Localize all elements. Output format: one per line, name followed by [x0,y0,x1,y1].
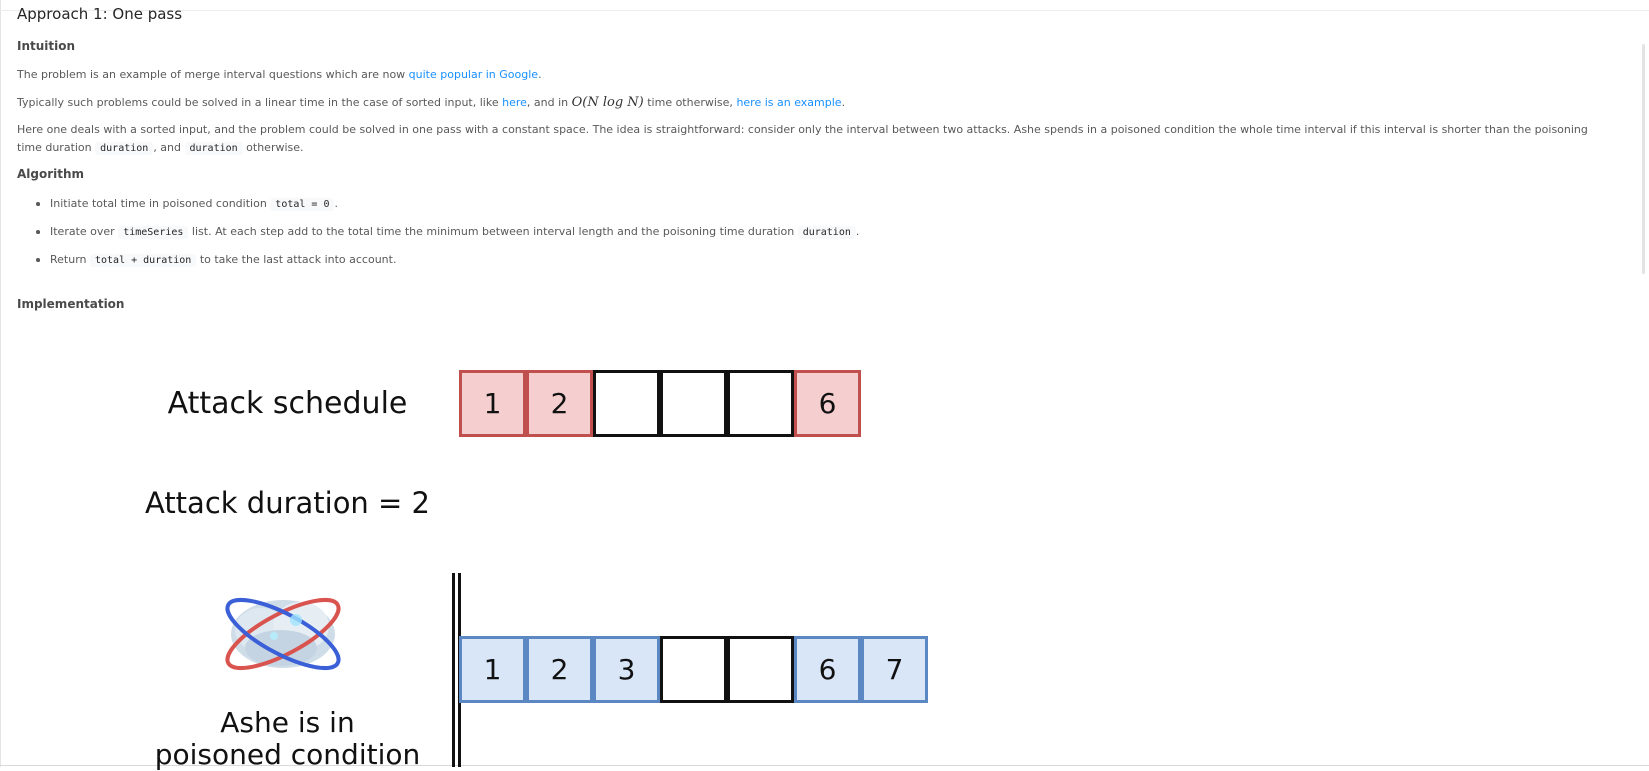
alg2-text: Iterate over [50,225,119,238]
intuition-heading: Intuition [17,39,76,53]
paragraph-3: Here one deals with a sorted input, and … [17,121,1607,158]
poisoned-cell: 7 [861,636,928,703]
list-item: Iterate over timeSeries list. At each st… [35,223,860,242]
p1-end: . [538,68,542,81]
here-link[interactable]: here [502,96,527,109]
poisoned-cell [727,636,794,703]
poisoned-cell: 6 [794,636,861,703]
total-plus-duration-code: total + duration [90,254,197,267]
alg2-end: . [855,225,860,238]
p3-mid: , and [153,141,185,154]
alg2-mid: list. At each step add to the total time… [188,225,798,238]
alg1-end: . [334,197,338,210]
alg3-end: to take the last attack into account. [196,253,397,266]
p2-end: . [841,96,846,109]
schedule-cell [727,370,794,437]
implementation-heading: Implementation [17,297,125,311]
alg1-text: Initiate total time in poisoned conditio… [50,197,271,210]
duration-code-2: duration [184,142,243,155]
p2-mid: , and in [526,96,572,109]
p1-text: The problem is an example of merge inter… [17,68,409,81]
ashe-label-line2: poisoned condition [154,738,421,771]
attack-duration-label: Attack duration = 2 [144,486,430,520]
quite-popular-link[interactable]: quite popular in Google [409,68,538,81]
list-item: Initiate total time in poisoned conditio… [36,195,338,214]
alg3-text: Return [50,253,90,266]
schedule-cell: 2 [526,370,593,437]
schedule-cell [660,370,727,437]
schedule-cell: 1 [459,370,526,437]
schedule-cell [593,370,660,437]
list-item: Return total + duration to take the last… [35,251,397,270]
complexity-formula: O(N log N) [571,95,644,110]
top-divider [0,10,1649,11]
duration-code: duration [95,142,154,155]
schedule-cell: 6 [794,370,861,437]
paragraph-1: The problem is an example of merge inter… [17,66,542,84]
timeline-axis-left [452,573,455,767]
here-is-an-example-link[interactable]: here is an example [736,96,841,109]
attack-schedule-label: Attack schedule [167,386,408,421]
ashe-label-line1: Ashe is in [220,706,355,739]
approach-title: Approach 1: One pass [17,5,183,23]
timeseries-code: timeSeries [118,226,189,239]
total-zero-code: total = 0 [270,198,335,211]
poisoned-cell: 1 [459,636,526,703]
p2-text: Typically such problems could be solved … [17,96,503,109]
poisoned-cell [660,636,727,703]
p2-after: time otherwise, [643,96,737,109]
p3-end: otherwise. [242,141,304,154]
poison-cloud-icon [216,586,351,681]
paragraph-2: Typically such problems could be solved … [17,94,845,112]
duration-code-3: duration [797,226,856,239]
poisoned-cell: 3 [593,636,660,703]
scrollbar[interactable] [1642,44,1645,274]
algorithm-heading: Algorithm [17,167,85,181]
poisoned-cell: 2 [526,636,593,703]
